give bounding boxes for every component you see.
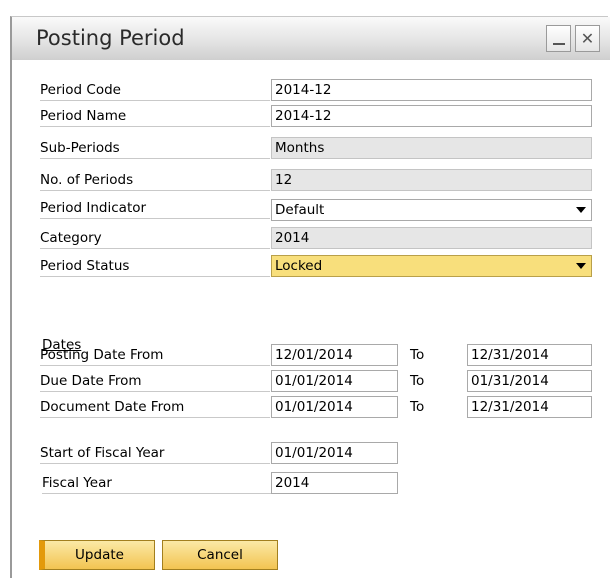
period-indicator-value: Default — [275, 202, 325, 218]
fiscal-year-field[interactable]: 2014 — [271, 472, 398, 494]
due-date-to-label: To — [410, 373, 425, 389]
posting-date-to-label: To — [410, 347, 425, 363]
period-indicator-label: Period Indicator — [40, 197, 270, 219]
period-name-label: Period Name — [40, 105, 270, 127]
title-bar[interactable]: Posting Period ✕ — [12, 17, 610, 60]
posting-period-window: Posting Period ✕ Period Code 2014-12 Per… — [10, 16, 610, 578]
sub-periods-label: Sub-Periods — [40, 137, 270, 159]
due-date-from-field[interactable]: 01/01/2014 — [271, 370, 398, 392]
close-button[interactable]: ✕ — [575, 25, 600, 52]
period-status-value: Locked — [275, 258, 323, 274]
no-of-periods-field: 12 — [271, 169, 592, 191]
posting-date-to-field[interactable]: 12/31/2014 — [467, 344, 592, 366]
period-indicator-dropdown[interactable]: Default — [271, 199, 592, 221]
fiscal-year-label: Fiscal Year — [42, 472, 272, 494]
due-date-to-field[interactable]: 01/31/2014 — [467, 370, 592, 392]
document-date-from-field[interactable]: 01/01/2014 — [271, 396, 398, 418]
posting-date-from-label: Posting Date From — [40, 344, 270, 366]
due-date-from-label: Due Date From — [40, 370, 270, 392]
cancel-button[interactable]: Cancel — [162, 540, 278, 570]
dropdown-arrow-icon[interactable] — [576, 263, 586, 269]
period-name-field[interactable]: 2014-12 — [271, 105, 592, 127]
category-label: Category — [40, 227, 270, 249]
minimize-icon — [552, 42, 565, 45]
document-date-to-label: To — [410, 399, 425, 415]
period-status-dropdown[interactable]: Locked — [271, 255, 592, 277]
category-field: 2014 — [271, 227, 592, 249]
no-of-periods-label: No. of Periods — [40, 169, 270, 191]
sub-periods-field: Months — [271, 137, 592, 159]
document-date-to-field[interactable]: 12/31/2014 — [467, 396, 592, 418]
update-button[interactable]: Update — [39, 540, 155, 570]
period-status-label: Period Status — [40, 255, 270, 277]
period-code-label: Period Code — [40, 79, 270, 101]
window-title: Posting Period — [36, 26, 185, 50]
document-date-from-label: Document Date From — [40, 396, 270, 418]
posting-date-from-field[interactable]: 12/01/2014 — [271, 344, 398, 366]
start-of-fiscal-year-field[interactable]: 01/01/2014 — [271, 442, 398, 464]
period-code-field[interactable]: 2014-12 — [271, 79, 592, 101]
close-icon: ✕ — [580, 29, 595, 48]
minimize-button[interactable] — [546, 25, 571, 52]
dropdown-arrow-icon[interactable] — [576, 207, 586, 213]
start-of-fiscal-year-label: Start of Fiscal Year — [40, 442, 270, 464]
